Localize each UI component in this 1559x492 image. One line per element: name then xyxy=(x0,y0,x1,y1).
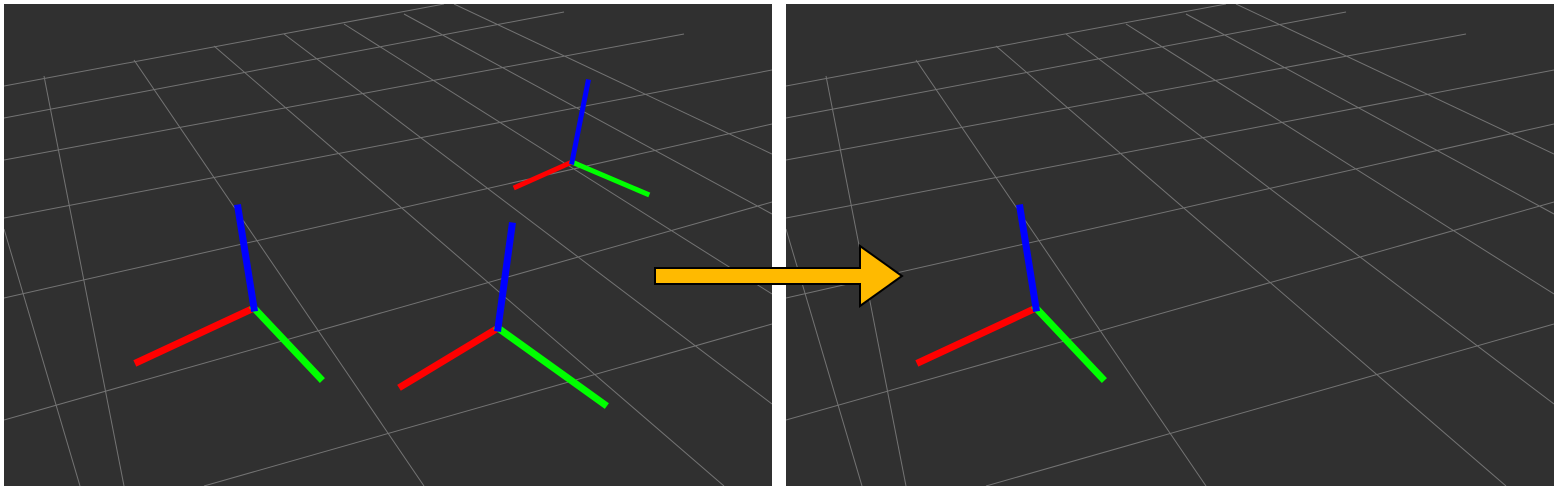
coordinate-frame-axes-icon xyxy=(397,222,609,409)
comparison-figure xyxy=(0,0,1559,492)
coordinate-frame-axes-icon xyxy=(512,79,651,198)
right-arrow-icon xyxy=(648,240,910,312)
